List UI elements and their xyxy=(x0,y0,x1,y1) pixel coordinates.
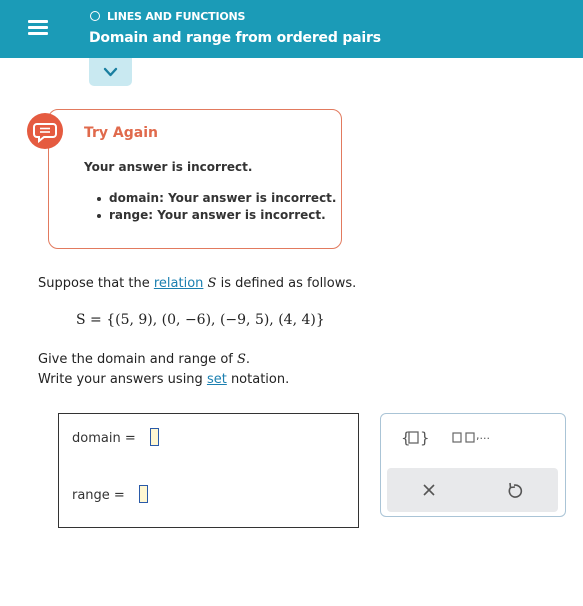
expand-header-button[interactable] xyxy=(89,58,132,86)
set-braces-icon: { } xyxy=(401,429,430,447)
clear-x-icon xyxy=(423,484,435,496)
domain-label: domain = xyxy=(72,431,136,446)
set-link[interactable]: set xyxy=(207,372,227,387)
question-text: . xyxy=(245,352,251,367)
chevron-down-icon xyxy=(103,67,118,77)
menu-icon-bar xyxy=(28,26,48,29)
question-notation: Write your answers using set notation. xyxy=(38,372,289,387)
feedback-heading: Try Again xyxy=(84,125,158,141)
domain-input[interactable] xyxy=(150,428,159,446)
menu-icon xyxy=(28,20,48,23)
list-button[interactable]: ,... xyxy=(451,429,495,446)
list-ellipsis: ,... xyxy=(476,429,490,442)
menu-button[interactable] xyxy=(0,0,75,58)
svg-text:}: } xyxy=(420,429,428,447)
feedback-list: domain: Your answer is incorrect. range:… xyxy=(96,191,336,225)
question-instruction: Give the domain and range of S. xyxy=(38,352,250,367)
top-bar: LINES AND FUNCTIONS Domain and range fro… xyxy=(0,0,583,58)
set-equation: S = {(5, 9), (0, −6), (−9, 5), (4, 4)} xyxy=(76,312,325,328)
question-text: is defined as follows. xyxy=(216,276,357,291)
feedback-icon xyxy=(27,113,63,149)
page-title: Domain and range from ordered pairs xyxy=(89,30,381,46)
question-text: Give the domain and range of xyxy=(38,352,237,367)
undo-icon xyxy=(508,482,523,498)
set-variable: S xyxy=(236,352,246,367)
question-text: Suppose that the xyxy=(38,276,154,291)
toolbar-actions-bg xyxy=(387,468,558,512)
feedback-message: Your answer is incorrect. xyxy=(84,160,253,174)
question-text: Write your answers using xyxy=(38,372,207,387)
feedback-item-domain: domain: Your answer is incorrect. xyxy=(96,191,336,208)
question-text: notation. xyxy=(226,372,290,387)
range-input[interactable] xyxy=(139,485,148,503)
menu-icon-bar xyxy=(28,32,48,35)
topic-label: LINES AND FUNCTIONS xyxy=(107,10,246,23)
question-intro: Suppose that the relation S is defined a… xyxy=(38,276,356,291)
set-definition: S = {(5, 9), (0, −6), (−9, 5), (4, 4)} xyxy=(76,312,325,328)
set-braces-button[interactable]: { } xyxy=(400,428,430,448)
feedback-item-range: range: Your answer is incorrect. xyxy=(96,208,336,225)
undo-button[interactable] xyxy=(503,479,525,501)
answer-area: domain = range = xyxy=(58,413,359,528)
clear-button[interactable] xyxy=(418,479,440,501)
relation-link[interactable]: relation xyxy=(154,276,204,291)
topic-circle-icon xyxy=(90,11,100,21)
range-label: range = xyxy=(72,488,125,503)
